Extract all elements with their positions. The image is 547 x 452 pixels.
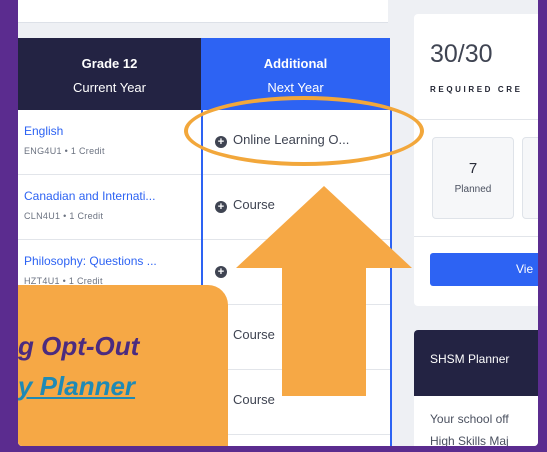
app-screen: Grade 12 Current Year Additional Next Ye… <box>18 0 538 446</box>
shsm-title: SHSM Planner <box>430 352 510 366</box>
course-card[interactable]: Canadian and Internati... CLN4U1 • 1 Cre… <box>18 175 201 240</box>
planned-stat-card: 7 Planned <box>432 137 514 219</box>
callout-link[interactable]: y Planner <box>18 371 135 402</box>
callout-heading: g Opt-Out <box>18 331 140 361</box>
divider <box>414 236 538 237</box>
stat-card <box>522 137 538 219</box>
plus-circle-icon: + <box>215 266 227 278</box>
view-button[interactable]: Vie <box>430 253 538 286</box>
view-button-label: Vie <box>516 262 534 276</box>
additional-column-subtitle: Next Year <box>267 80 324 95</box>
credit-total: 30/30 <box>430 40 493 68</box>
shsm-description: Your school off <box>430 412 509 426</box>
shsm-header: SHSM Planner <box>414 330 538 396</box>
shsm-description-line2: High Skills Maj <box>430 434 509 446</box>
course-title[interactable]: English <box>24 124 63 138</box>
additional-column-title: Additional <box>263 56 328 71</box>
slide-frame: Grade 12 Current Year Additional Next Ye… <box>0 0 547 452</box>
course-title[interactable]: Canadian and Internati... <box>24 189 155 203</box>
add-course-slot[interactable]: + <box>215 262 233 278</box>
shsm-planner-card: SHSM Planner Your school off High Skills… <box>414 330 538 446</box>
callout-box: g Opt-Out y Planner <box>18 285 228 446</box>
planned-count: 7 <box>468 160 478 177</box>
plus-circle-icon: + <box>215 201 227 213</box>
grade-12-column-header: Grade 12 Current Year <box>18 38 201 110</box>
course-meta: ENG4U1 • 1 Credit <box>24 146 105 156</box>
grade-column-subtitle: Current Year <box>73 80 146 95</box>
divider <box>414 119 538 120</box>
grade-column-title: Grade 12 <box>81 56 138 71</box>
highlight-ellipse <box>184 96 424 166</box>
course-card[interactable]: English ENG4U1 • 1 Credit <box>18 110 201 175</box>
top-strip <box>18 0 388 23</box>
planned-label: Planned <box>454 184 492 195</box>
course-meta: CLN4U1 • 1 Credit <box>24 211 104 221</box>
credit-summary-panel: 30/30 REQUIRED CRE 7 Planned Vie <box>414 14 538 306</box>
course-title[interactable]: Philosophy: Questions ... <box>24 254 157 268</box>
up-arrow-icon <box>236 186 412 396</box>
required-credits-label: REQUIRED CRE <box>430 85 523 94</box>
